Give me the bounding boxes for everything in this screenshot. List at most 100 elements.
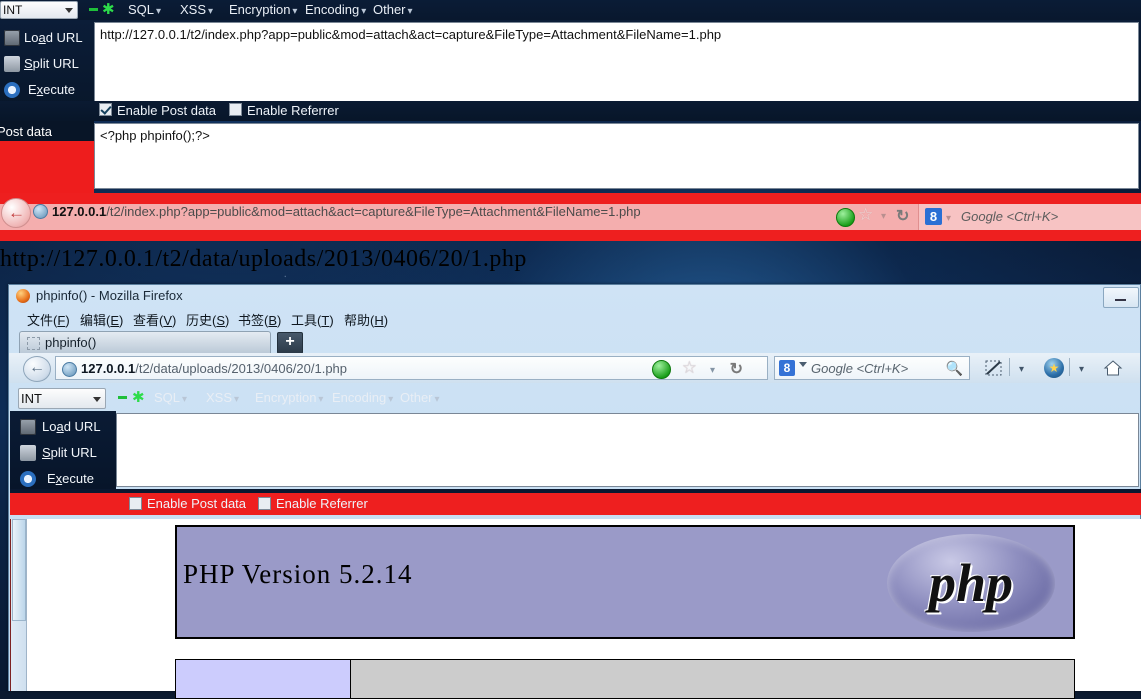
menu-sql[interactable]: SQL ▾ [154,390,187,405]
hackbar-bottom-panel: INT ✱ SQL ▾ XSS ▾ Encryption ▾ Encoding ▾ Ot… [10,383,1141,519]
enable-post-data-checkbox[interactable] [129,497,142,510]
bookmark-star-icon[interactable]: ☆ [858,205,873,225]
postdata-red-bg [0,141,94,193]
menu-encoding[interactable]: Encoding ▾ [305,2,366,17]
execute-label: Execute [47,471,94,486]
tab-phpinfo[interactable]: phpinfo() [19,331,271,354]
load-url-button[interactable]: Load URL [10,415,116,441]
tab-label: phpinfo() [45,335,97,350]
menu-bookmarks[interactable]: 书签(B) [238,310,281,329]
load-url-icon [4,30,20,46]
load-url-button[interactable]: Load URL [0,26,94,52]
firefox-window: phpinfo() - Mozilla Firefox 文件(F) 编辑(E) … [8,284,1141,699]
back-button[interactable]: ← [23,356,51,382]
minus-icon[interactable] [89,8,98,11]
search-engine-chevron-icon[interactable]: ▾ [946,213,951,224]
location-url-host: 127.0.0.1 [81,361,136,376]
toolbar-separator [1009,358,1010,376]
noscript-chevron-icon[interactable]: ▾ [1019,364,1024,375]
addon-star-glyph: ★ [1048,361,1060,375]
menu-other[interactable]: Other ▾ [373,2,413,17]
menu-file[interactable]: 文件(F) [27,310,70,329]
scrollbar-thumb[interactable] [12,519,26,621]
hackbar-top-panel: INT ✱ SQL ▾ XSS ▾ Encryption ▾ Encoding ▾ Ot… [0,0,1141,193]
execute-icon [20,471,36,487]
menu-xss[interactable]: XSS ▾ [180,2,213,17]
new-tab-button[interactable]: + [277,332,303,354]
enable-referrer-checkbox[interactable] [258,497,271,510]
site-identity-icon [62,362,77,377]
go-arrow-icon[interactable] [836,208,855,227]
outer-browser-navbar: ← 127.0.0.1/t2/index.php?app=public&mod=… [0,193,1141,241]
bookmark-star-icon[interactable]: ☆ [682,358,697,378]
php-logo-text: php [928,553,1014,613]
search-placeholder: Google <Ctrl+K> [811,361,909,376]
menu-encoding[interactable]: Encoding ▾ [332,390,393,405]
outer-back-button[interactable]: ← [1,198,31,228]
search-engine-chevron-icon[interactable] [799,362,807,367]
outer-url-text[interactable]: 127.0.0.1/t2/index.php?app=public&mod=at… [52,204,641,219]
menu-encryption[interactable]: Encryption ▾ [255,390,323,405]
reload-icon[interactable]: ↻ [730,359,743,379]
load-url-label: Load URL [24,30,83,45]
menu-tools[interactable]: 工具(T) [291,310,334,329]
search-box[interactable]: 8 Google <Ctrl+K> 🔍 [774,356,970,380]
menu-sql[interactable]: SQL ▾ [128,2,161,17]
google-icon: 8 [925,208,942,225]
enable-post-data-label: Enable Post data [147,496,247,511]
menu-help[interactable]: 帮助(H) [344,310,388,329]
enable-referrer-label: Enable Referrer [276,496,368,511]
addon-chevron-icon[interactable]: ▾ [1079,364,1084,375]
hackbar-top-menurow: INT ✱ SQL ▾ XSS ▾ Encryption ▾ Encoding ▾ Ot… [0,0,1141,20]
outer-search-box[interactable]: 8 ▾ Google <Ctrl+K> [918,204,1141,230]
menu-encryption[interactable]: Encryption ▾ [229,2,297,17]
chevron-down-icon [93,397,101,402]
site-identity-icon [33,204,48,219]
post-data-input[interactable]: <?php phpinfo();?> [94,123,1139,189]
hackbar-top-postdata-row: Post data <?php phpinfo();?> [0,121,1141,193]
hackbar-top-options-row: Enable Post data Enable Referrer [0,101,1141,121]
chevron-down-icon [65,8,73,13]
menu-edit[interactable]: 编辑(E) [80,310,123,329]
hackbar-bottom-url-input[interactable] [116,413,1139,487]
chevron-down-icon[interactable]: ▾ [881,211,886,222]
vertical-scrollbar[interactable] [11,519,27,691]
php-version-text: PHP Version 5.2.14 [183,559,413,589]
post-data-label: Post data [0,124,52,139]
firefox-tabstrip: phpinfo() + [9,329,1140,354]
home-icon[interactable] [1103,358,1123,378]
menu-xss[interactable]: XSS ▾ [206,390,239,405]
search-icon[interactable]: 🔍 [946,360,963,377]
menu-history[interactable]: 历史(S) [186,310,229,329]
hackbar-bottom-buttons: Load URL Split URL Execute [10,411,116,489]
load-url-icon [20,419,36,435]
minimize-button[interactable] [1103,287,1139,308]
enable-referrer-checkbox[interactable] [229,103,242,116]
hackbar-bottom-menurow: INT ✱ SQL ▾ XSS ▾ Encryption ▾ Encoding ▾ Ot… [10,383,1141,411]
hackbar-top-type-select[interactable]: INT [0,1,78,19]
back-arrow-icon: ← [29,359,45,376]
noscript-icon[interactable] [984,358,1004,378]
minus-icon[interactable] [118,396,127,399]
split-url-button[interactable]: Split URL [0,52,94,78]
window-title: phpinfo() - Mozilla Firefox [36,288,183,303]
outer-search-placeholder: Google <Ctrl+K> [961,209,1059,224]
reload-icon[interactable]: ↻ [896,206,909,226]
page-content: PHP Version 5.2.14 php [10,519,1141,699]
location-bar[interactable]: 127.0.0.1/t2/data/uploads/2013/0406/20/1… [55,356,768,380]
go-arrow-icon[interactable] [652,360,671,379]
menu-other[interactable]: Other ▾ [400,390,440,405]
enable-post-data-checkbox[interactable] [99,103,112,116]
menu-view[interactable]: 查看(V) [133,310,176,329]
outer-url-host: 127.0.0.1 [52,204,107,219]
hackbar-bottom-type-select[interactable]: INT [18,388,106,409]
asterisk-icon[interactable]: ✱ [132,389,145,407]
addon-badge-icon[interactable]: ★ [1044,358,1064,378]
hackbar-bottom-type-value: INT [21,391,42,406]
chevron-down-icon[interactable]: ▾ [710,365,715,376]
google-icon: 8 [779,360,795,376]
split-url-button[interactable]: Split URL [10,441,116,467]
enable-referrer-label: Enable Referrer [247,103,339,118]
asterisk-icon[interactable]: ✱ [102,1,115,19]
split-url-label: Split URL [24,56,79,71]
